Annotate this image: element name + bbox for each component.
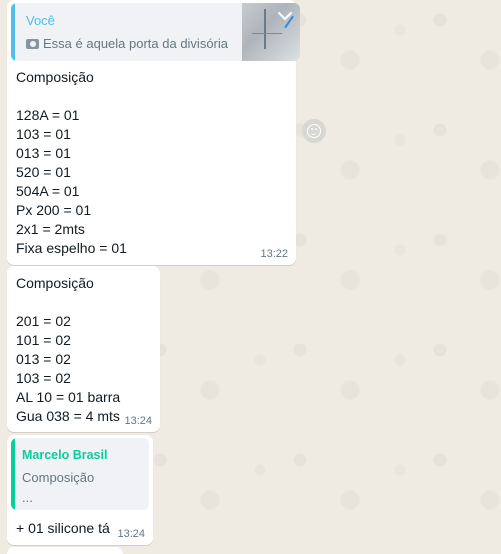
message-bubble[interactable]: Composição 201 = 02 101 = 02 013 = 02 10…	[7, 266, 160, 432]
smiley-icon	[307, 124, 321, 138]
message-time: 13:22	[260, 248, 288, 260]
message-bubble[interactable]: Você Essa é aquela porta da divisória Co…	[7, 0, 300, 265]
message-text: Composição 201 = 02 101 = 02 013 = 02 10…	[16, 275, 121, 424]
message-bubble[interactable]: Marcelo Brasil Composição ... + 01 silic…	[7, 435, 153, 545]
quote-text-ellipsis: ...	[22, 490, 33, 505]
message-text: Composição 128A = 01 103 = 01 013 = 01 5…	[16, 69, 127, 256]
chevron-down-icon[interactable]	[276, 9, 294, 23]
message-bubble-partial[interactable]	[7, 547, 123, 554]
message-time: 13:24	[124, 415, 152, 427]
quote-accent-bar	[11, 3, 15, 61]
message-text: + 01 silicone tá	[16, 520, 110, 536]
quote-caption: Essa é aquela porta da divisória	[26, 36, 228, 51]
quote-text: Composição	[22, 470, 95, 485]
camera-icon	[26, 38, 39, 49]
quote-accent-bar	[11, 438, 15, 510]
quote-image-thumbnail[interactable]	[242, 3, 300, 61]
quoted-message[interactable]: Você Essa é aquela porta da divisória	[11, 3, 300, 61]
quote-text: Essa é aquela porta da divisória	[43, 36, 229, 51]
quote-author: Você	[26, 13, 55, 28]
quoted-message[interactable]: Marcelo Brasil Composição ...	[11, 438, 149, 510]
message-time: 13:24	[117, 528, 145, 540]
reaction-button[interactable]	[302, 119, 326, 143]
quote-author: Marcelo Brasil	[22, 448, 108, 462]
